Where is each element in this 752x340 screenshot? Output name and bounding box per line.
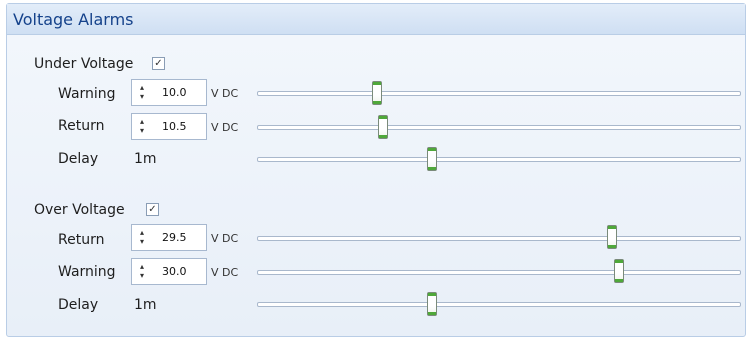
under-warning-value[interactable]: 10.0 [162, 86, 187, 99]
over-voltage-label: Over Voltage [34, 202, 125, 218]
under-return-label: Return [58, 118, 105, 134]
panel-header: Voltage Alarms [7, 4, 745, 35]
up-down-arrows-icon[interactable]: ▴ ▾ [137, 262, 147, 281]
over-delay-label: Delay [58, 297, 99, 313]
over-warning-slider-thumb[interactable] [614, 259, 624, 283]
under-return-value[interactable]: 10.5 [162, 120, 187, 133]
over-warning-spinner[interactable]: ▴ ▾ 30.0 [131, 258, 207, 285]
under-voltage-checkbox[interactable]: ✓ [152, 57, 165, 70]
under-warning-label: Warning [58, 86, 116, 102]
over-return-label: Return [58, 232, 105, 248]
under-delay-slider-thumb[interactable] [427, 147, 437, 171]
under-return-slider-track[interactable] [257, 125, 741, 130]
under-return-unit: V DC [211, 121, 239, 134]
over-warning-slider-track[interactable] [257, 270, 741, 275]
under-warning-slider-thumb[interactable] [372, 81, 382, 105]
under-warning-spinner[interactable]: ▴ ▾ 10.0 [131, 79, 207, 106]
over-delay-value: 1m [134, 297, 157, 313]
over-return-value[interactable]: 29.5 [162, 231, 187, 244]
under-delay-slider-track[interactable] [257, 157, 741, 162]
panel-title: Voltage Alarms [13, 10, 134, 29]
over-delay-slider-thumb[interactable] [427, 292, 437, 316]
up-down-arrows-icon[interactable]: ▴ ▾ [137, 117, 147, 136]
over-voltage-checkbox[interactable]: ✓ [146, 203, 159, 216]
up-down-arrows-icon[interactable]: ▴ ▾ [137, 83, 147, 102]
under-return-spinner[interactable]: ▴ ▾ 10.5 [131, 113, 207, 140]
over-return-spinner[interactable]: ▴ ▾ 29.5 [131, 224, 207, 251]
under-warning-unit: V DC [211, 87, 239, 100]
over-warning-unit: V DC [211, 266, 239, 279]
over-delay-slider-track[interactable] [257, 302, 741, 307]
up-down-arrows-icon[interactable]: ▴ ▾ [137, 228, 147, 247]
over-return-slider-thumb[interactable] [607, 225, 617, 249]
under-return-slider-thumb[interactable] [378, 115, 388, 139]
check-icon: ✓ [148, 204, 157, 215]
voltage-alarms-panel: Voltage Alarms [6, 3, 746, 337]
under-warning-slider-track[interactable] [257, 91, 741, 96]
under-voltage-label: Under Voltage [34, 56, 134, 72]
over-return-slider-track[interactable] [257, 236, 741, 241]
check-icon: ✓ [154, 58, 163, 69]
under-delay-label: Delay [58, 151, 99, 167]
over-warning-label: Warning [58, 264, 116, 280]
over-warning-value[interactable]: 30.0 [162, 265, 187, 278]
over-return-unit: V DC [211, 232, 239, 245]
under-delay-value: 1m [134, 151, 157, 167]
